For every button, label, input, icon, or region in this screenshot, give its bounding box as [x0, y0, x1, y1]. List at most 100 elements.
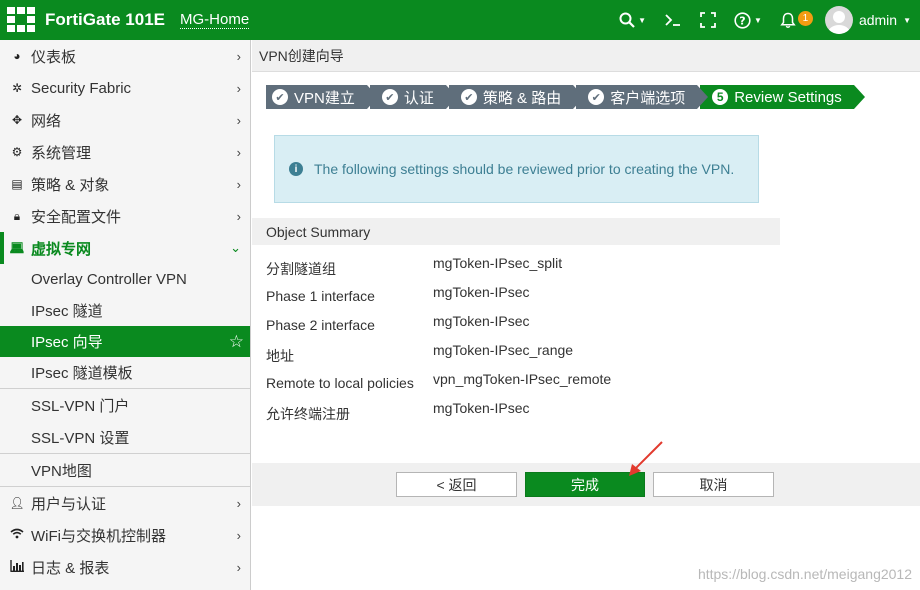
wizard-step-policy-routing[interactable]: ✔ 策略 & 路由 [448, 85, 585, 109]
back-button[interactable]: < 返回 [396, 472, 517, 497]
sidebar-subitem-overlay-controller-vpn[interactable]: Overlay Controller VPN [0, 264, 250, 295]
wizard-step-client-options[interactable]: ✔ 客户端选项 [576, 85, 709, 109]
chevron-right-icon: › [236, 112, 241, 128]
fullscreen-icon [700, 12, 716, 28]
annotation-arrow-icon [629, 441, 663, 476]
sidebar-subitem-label: IPsec 隧道 [31, 303, 103, 320]
chevron-right-icon: › [236, 208, 241, 224]
sidebar-subitem-label: Overlay Controller VPN [31, 271, 187, 288]
username-menu[interactable]: admin [859, 12, 897, 28]
sidebar-item-label: 仪表板 [31, 48, 77, 66]
fullscreen-button[interactable] [691, 0, 725, 40]
summary-key: Phase 1 interface [266, 288, 375, 304]
check-icon: ✔ [272, 89, 288, 105]
chevron-down-icon: ▼ [903, 15, 911, 25]
summary-value: vpn_mgToken-IPsec_remote [433, 371, 612, 387]
chevron-right-icon: › [236, 495, 241, 511]
sidebar-subitem-ipsec-wizard[interactable]: IPsec 向导 ☆ [0, 326, 250, 357]
cli-console-button[interactable] [655, 0, 691, 40]
chevron-right-icon: › [236, 176, 241, 192]
chevron-right-icon: › [236, 144, 241, 160]
summary-key: Phase 2 interface [266, 317, 375, 333]
wizard-footer: < 返回 完成 取消 [252, 463, 920, 506]
terminal-icon [665, 14, 681, 26]
dashboard-icon: ◕ [13, 49, 21, 63]
summary-key: Remote to local policies [266, 375, 414, 391]
favorite-star-icon[interactable]: ☆ [229, 332, 244, 352]
fortinet-logo-icon[interactable] [7, 7, 37, 33]
sidebar-subitem-label: IPsec 隧道模板 [31, 365, 133, 382]
sidebar-item-wifi-switch[interactable]: WiFi与交换机控制器 › [0, 519, 250, 551]
page-title: VPN创建向导 [252, 40, 920, 72]
sidebar-item-label: Security Fabric [31, 79, 132, 97]
sidebar-item-policy-objects[interactable]: ▤ 策略 & 对象 › [0, 168, 250, 200]
sidebar-subitem-ssl-vpn-portals[interactable]: SSL-VPN 门户 [0, 389, 250, 421]
chevron-down-icon: ▼ [638, 15, 647, 25]
sidebar-item-security-fabric[interactable]: ✲ Security Fabric › [0, 72, 250, 104]
check-icon: ✔ [460, 89, 477, 105]
chevron-right-icon: › [236, 48, 241, 64]
sidebar-item-system[interactable]: ⚙ 系统管理 › [0, 136, 250, 168]
sidebar-item-label: 虚拟专网 [31, 240, 92, 258]
chevron-right-icon: › [236, 80, 241, 96]
wizard-step-review-settings[interactable]: 5 Review Settings [700, 85, 865, 109]
sidebar-item-network[interactable]: ✥ 网络 › [0, 104, 250, 136]
chevron-right-icon: › [236, 559, 241, 575]
fabric-icon: ✲ [11, 81, 23, 95]
summary-key: 允许终端注册 [266, 406, 350, 422]
watermark: https://blog.csdn.net/meigang2012 [697, 566, 912, 582]
chevron-right-icon: › [236, 527, 241, 543]
sidebar-item-label: WiFi与交换机控制器 [31, 527, 166, 545]
cancel-button[interactable]: 取消 [653, 472, 774, 497]
step-number: 5 [712, 89, 729, 105]
sidebar-subitem-label: SSL-VPN 门户 [31, 397, 130, 415]
document-icon: ▤ [11, 177, 23, 191]
chevron-down-icon: ⌄ [230, 240, 241, 255]
sidebar-subitem-label: SSL-VPN 设置 [31, 429, 130, 447]
summary-value: mgToken-IPsec [433, 284, 530, 300]
search-button[interactable]: ▼ [610, 0, 655, 40]
sidebar-subitem-ipsec-tunnels[interactable]: IPsec 隧道 [0, 295, 250, 326]
summary-key: 分割隧道组 [266, 261, 336, 277]
sidebar: ◕ 仪表板 › ✲ Security Fabric › ✥ 网络 › ⚙ 系统管… [0, 40, 251, 590]
help-button[interactable]: ? ▼ [725, 0, 771, 40]
wifi-icon [9, 528, 25, 542]
summary-key: 地址 [266, 348, 294, 364]
chevron-down-icon: ▼ [754, 15, 762, 25]
sidebar-item-label: 网络 [31, 112, 62, 130]
summary-row: 地址 mgToken-IPsec_range [266, 337, 611, 366]
top-bar: FortiGate 101E MG-Home ▼ ? ▼ 1 admin ▼ [0, 0, 920, 40]
sidebar-subitem-ipsec-tunnel-templates[interactable]: IPsec 隧道模板 [0, 357, 250, 388]
summary-value: mgToken-IPsec_range [433, 342, 574, 358]
sidebar-item-dashboard[interactable]: ◕ 仪表板 › [0, 40, 250, 72]
notifications-button[interactable]: 1 [771, 0, 815, 40]
bar-chart-icon [9, 559, 25, 575]
help-icon: ? [734, 11, 751, 29]
network-arrows-icon: ✥ [11, 113, 23, 127]
info-message-text: The following settings should be reviewe… [314, 161, 735, 177]
sidebar-subitem-ssl-vpn-settings[interactable]: SSL-VPN 设置 [0, 421, 250, 453]
check-icon: ✔ [381, 89, 398, 105]
summary-row: Phase 1 interface mgToken-IPsec [266, 279, 611, 308]
wizard-step-authentication[interactable]: ✔ 认证 [369, 85, 457, 109]
user-icon: 👤︎ [9, 496, 25, 510]
sidebar-subitem-vpn-map[interactable]: VPN地图 [0, 454, 250, 486]
summary-value: mgToken-IPsec_split [433, 255, 563, 271]
gear-icon: ⚙ [11, 145, 23, 159]
laptop-icon: 💻︎ [9, 241, 25, 255]
sidebar-item-label: 策略 & 对象 [31, 176, 110, 194]
sidebar-item-user-auth[interactable]: 👤︎ 用户与认证 › [0, 487, 250, 519]
hostname-link[interactable]: MG-Home [180, 11, 250, 29]
sidebar-item-log-report[interactable]: 日志 & 报表 › [0, 551, 250, 583]
device-name: FortiGate 101E [45, 10, 165, 29]
wizard-step-vpn-setup[interactable]: ✔ VPN建立 [266, 85, 378, 109]
summary-row: 允许终端注册 mgToken-IPsec [266, 395, 611, 424]
summary-row: 分割隧道组 mgToken-IPsec_split [266, 250, 611, 279]
sidebar-item-security-profiles[interactable]: 🔒︎ 安全配置文件 › [0, 200, 250, 232]
bell-icon [780, 12, 796, 28]
lock-icon: 🔒︎ [13, 208, 21, 223]
sidebar-item-vpn[interactable]: 💻︎ 虚拟专网 ⌄ [0, 232, 250, 264]
summary-value: mgToken-IPsec [433, 313, 530, 329]
wizard-steps: ✔ VPN建立 ✔ 认证 ✔ 策略 & 路由 ✔ 客户端选项 5 Review Setti… [266, 85, 865, 109]
avatar[interactable] [824, 6, 853, 34]
